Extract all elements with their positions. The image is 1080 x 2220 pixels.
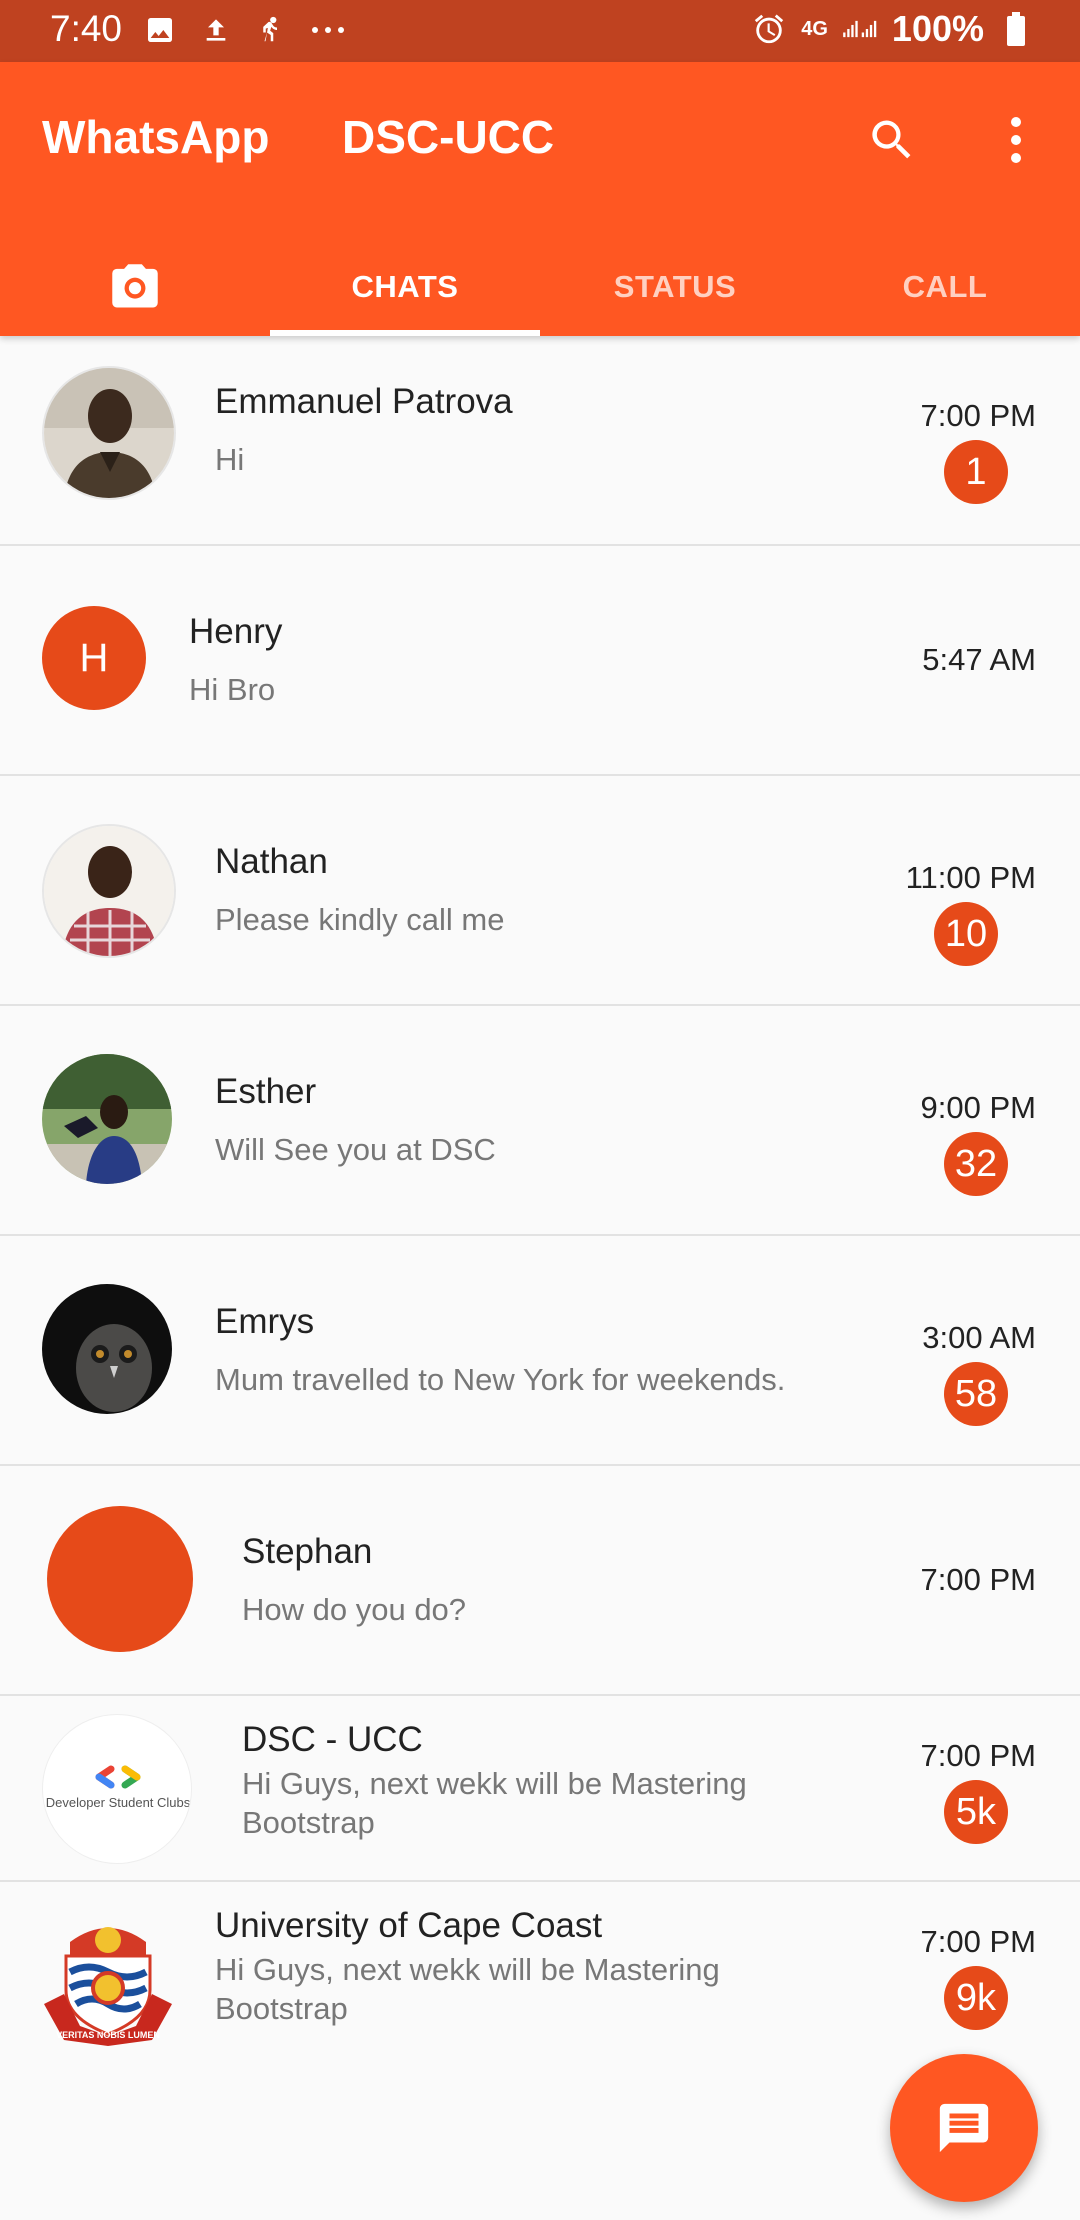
unread-badge: 9k	[944, 1966, 1008, 2030]
chat-name: Nathan	[215, 842, 328, 881]
chat-message: Mum travelled to New York for weekends.	[215, 1362, 786, 1397]
chat-row-henry[interactable]: H Henry Hi Bro 5:47 AM	[0, 544, 1080, 776]
chat-message: Will See you at DSC	[215, 1132, 496, 1167]
avatar: Developer Student Clubs	[42, 1714, 192, 1864]
alarm-icon	[751, 11, 787, 47]
search-icon	[872, 120, 911, 159]
chat-message: Hi Guys, next wekk will be Mastering Boo…	[242, 1766, 747, 1840]
chat-message: Hi	[215, 442, 245, 477]
avatar: VERITAS NOBIS LUMEN	[40, 1912, 176, 2048]
signal-icon	[842, 11, 878, 47]
upload-icon	[198, 12, 234, 48]
chat-row-university-of-cape-coast[interactable]: VERITAS NOBIS LUMEN University of Cape C…	[0, 1880, 1080, 2070]
avatar	[42, 1054, 172, 1184]
chat-message: How do you do?	[242, 1592, 467, 1627]
image-icon	[142, 12, 178, 48]
ucc-crest	[44, 1927, 172, 2046]
more-vert-icon	[1011, 117, 1021, 163]
chat-time: 7:00 PM	[920, 398, 1036, 433]
status-bar: 7:40 4G 100%	[0, 0, 1080, 62]
new-chat-button[interactable]	[890, 2054, 1038, 2202]
group-title: DSC-UCC	[342, 111, 555, 163]
search-button[interactable]	[860, 108, 924, 172]
avatar	[47, 1506, 193, 1652]
chat-row-stephan[interactable]: Stephan How do you do? 7:00 PM	[0, 1464, 1080, 1696]
avatar: H	[42, 606, 146, 710]
camera-icon	[112, 264, 158, 308]
unread-badge: 1	[944, 440, 1008, 504]
tab-chats[interactable]: CHATS	[270, 238, 540, 336]
chat-row-dsc-ucc[interactable]: Developer Student Clubs DSC - UCC Hi Guy…	[0, 1694, 1080, 1882]
chat-time: 11:00 PM	[905, 860, 1036, 895]
unread-badge: 5k	[944, 1780, 1008, 1844]
chat-name: University of Cape Coast	[215, 1906, 603, 1945]
chat-time: 9:00 PM	[920, 1090, 1036, 1125]
chat-time: 5:47 AM	[922, 642, 1036, 677]
tab-call[interactable]: CALL	[810, 238, 1080, 336]
avatar	[42, 1284, 172, 1414]
message-icon	[939, 2103, 989, 2153]
avatar-initial: H	[79, 635, 109, 680]
network-type: 4G	[801, 17, 828, 40]
tab-status[interactable]: STATUS	[540, 238, 810, 336]
ucc-crest-text: VERITAS NOBIS LUMEN	[56, 2030, 160, 2040]
dsc-logo-text: Developer Student Clubs	[45, 1795, 191, 1810]
tab-bar: CHATS STATUS CALL	[0, 238, 1080, 336]
dsc-logo	[95, 1765, 141, 1789]
battery-icon	[998, 11, 1034, 47]
more-options-button[interactable]	[988, 108, 1044, 172]
chat-name: Henry	[189, 612, 283, 651]
chat-time: 7:00 PM	[920, 1738, 1036, 1773]
status-time: 7:40	[50, 8, 123, 49]
chat-row-esther[interactable]: Esther Will See you at DSC 9:00 PM 32	[0, 1004, 1080, 1236]
chat-name: Stephan	[242, 1532, 373, 1571]
chat-row-emrys[interactable]: Emrys Mum travelled to New York for week…	[0, 1234, 1080, 1466]
app-title: WhatsApp	[42, 111, 270, 163]
more-dots-icon	[310, 12, 346, 48]
battery-percent: 100%	[891, 8, 984, 49]
chat-name: Emmanuel Patrova	[215, 382, 513, 421]
app-bar: WhatsApp DSC-UCC CHATS STATUS CALL	[0, 62, 1080, 336]
chat-time: 3:00 AM	[922, 1320, 1036, 1355]
accessibility-icon	[254, 12, 290, 48]
unread-badge: 10	[934, 902, 998, 966]
chat-name: Emrys	[215, 1302, 315, 1341]
chat-message: Please kindly call me	[215, 902, 505, 937]
chat-time: 7:00 PM	[920, 1562, 1036, 1597]
chat-row-emmanuel[interactable]: Emmanuel Patrova Hi 7:00 PM 1	[0, 336, 1080, 546]
unread-badge: 58	[944, 1362, 1008, 1426]
avatar	[42, 366, 176, 500]
chat-message: Hi Guys, next wekk will be Mastering Boo…	[215, 1952, 720, 2026]
chat-name: Esther	[215, 1072, 317, 1111]
chat-name: DSC - UCC	[242, 1720, 423, 1759]
chat-time: 7:00 PM	[920, 1924, 1036, 1959]
chat-row-nathan[interactable]: Nathan Please kindly call me 11:00 PM 10	[0, 774, 1080, 1006]
tab-camera[interactable]	[0, 238, 270, 336]
unread-badge: 32	[944, 1132, 1008, 1196]
avatar	[42, 824, 176, 958]
chat-message: Hi Bro	[189, 672, 276, 707]
